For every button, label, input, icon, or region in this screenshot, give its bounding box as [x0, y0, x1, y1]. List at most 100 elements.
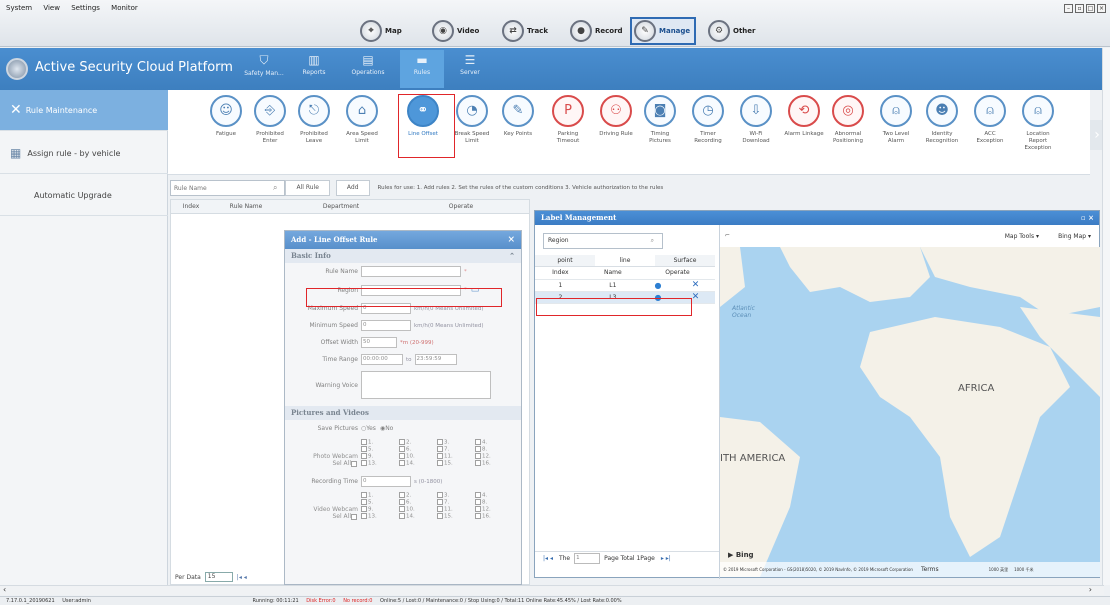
scroll-left-icon[interactable]: ‹	[3, 585, 6, 594]
all-rule-button[interactable]: All Rule	[285, 180, 330, 196]
draw-line-icon[interactable]: ⌐	[725, 232, 730, 239]
sidebar-item-automatic-upgrade[interactable]: Automatic Upgrade	[0, 175, 168, 216]
menu-view[interactable]: View	[43, 4, 60, 12]
photo-sel-all-checkbox[interactable]: Sel All	[285, 460, 358, 467]
channel-checkbox[interactable]: 2.	[399, 492, 427, 499]
sidebar-item-rule-maintenance[interactable]: ✕ Rule Maintenance	[0, 90, 168, 131]
rule-prohibited-leave[interactable]: ⎋ Prohibited Leave	[294, 95, 334, 145]
rule-name-search-input[interactable]	[170, 180, 285, 196]
save-pictures-no-radio[interactable]: ◉No	[380, 425, 393, 432]
rule-break-speed-limit[interactable]: ◔ Break Speed Limit	[452, 95, 492, 145]
channel-checkbox[interactable]: 10.	[399, 453, 427, 460]
channel-checkbox[interactable]: 3.	[437, 492, 465, 499]
terms-link[interactable]: Terms	[921, 566, 939, 573]
channel-checkbox[interactable]: 14.	[399, 513, 427, 520]
channel-checkbox[interactable]: 5.	[361, 446, 389, 453]
video-sel-all-checkbox[interactable]: Sel All	[285, 513, 358, 520]
vertical-scrollbar[interactable]	[1102, 48, 1110, 585]
rule-wi-fi-download[interactable]: ⇩ Wi-Fi Download	[736, 95, 776, 145]
tab-reports[interactable]: ▥ Reports	[292, 50, 336, 88]
channel-checkbox[interactable]: 16.	[475, 460, 503, 467]
channel-checkbox[interactable]: 13.	[361, 460, 389, 467]
offset-width-field[interactable]: 50	[361, 337, 397, 348]
channel-checkbox[interactable]: 12.	[475, 506, 503, 513]
time-to-field[interactable]: 23:59:59	[414, 354, 457, 365]
rule-area-speed-limit[interactable]: ⌂ Area Speed Limit	[342, 95, 382, 145]
search-icon[interactable]: ⌕	[651, 234, 654, 248]
rule-abnormal-positioning[interactable]: ◎ Abnormal Positioning	[828, 95, 868, 145]
tab-server[interactable]: ☰ Server	[448, 50, 492, 88]
horizontal-scrollbar[interactable]: ‹ ›	[0, 585, 1104, 595]
first-page-icon[interactable]: |◂ ◂	[237, 574, 247, 581]
table-row[interactable]: 1 L1 ● ✕	[535, 279, 715, 292]
channel-checkbox[interactable]: 1.	[361, 439, 389, 446]
label-search-input[interactable]: Region ⌕	[543, 233, 663, 249]
restore-icon[interactable]: ▫	[1075, 4, 1084, 13]
collapse-icon[interactable]: ⌃	[509, 249, 515, 263]
rule-location-report-exception[interactable]: ⍝ Location Report Exception	[1018, 95, 1058, 152]
tab-point[interactable]: point	[535, 255, 595, 266]
tab-line[interactable]: line	[595, 255, 655, 266]
nav-tab-other[interactable]: ⚙ Other	[708, 19, 755, 43]
rule-identity-recognition[interactable]: ☻ Identity Recognition	[922, 95, 962, 145]
rule-two-level-alarm[interactable]: ⍝ Two Level Alarm	[876, 95, 916, 145]
scroll-right-icon[interactable]: ›	[1089, 585, 1092, 594]
channel-checkbox[interactable]: 15.	[437, 513, 465, 520]
channel-checkbox[interactable]: 1.	[361, 492, 389, 499]
warning-voice-field[interactable]	[361, 371, 491, 399]
channel-checkbox[interactable]: 10.	[399, 506, 427, 513]
channel-checkbox[interactable]: 11.	[437, 506, 465, 513]
basic-info-section[interactable]: Basic Info ⌃	[285, 249, 521, 263]
tab-surface[interactable]: Surface	[655, 255, 715, 266]
channel-checkbox[interactable]: 9.	[361, 506, 389, 513]
channel-checkbox[interactable]: 4.	[475, 439, 503, 446]
nav-tab-track[interactable]: ⇄ Track	[502, 19, 548, 43]
sidebar-item-assign-rule[interactable]: ▦ Assign rule - by vehicle	[0, 133, 168, 174]
channel-checkbox[interactable]: 15.	[437, 460, 465, 467]
search-icon[interactable]: ⌕	[273, 183, 277, 193]
tab-safety[interactable]: ⛉ Safety Man...	[242, 50, 286, 88]
close-icon[interactable]: ×	[1097, 4, 1106, 13]
channel-checkbox[interactable]: 2.	[399, 439, 427, 446]
channel-checkbox[interactable]: 8.	[475, 446, 503, 453]
per-data-select[interactable]: 15	[204, 572, 233, 582]
nav-tab-map[interactable]: ⌖ Map	[360, 19, 402, 43]
close-icon[interactable]: ▫ ×	[1081, 211, 1094, 225]
channel-checkbox[interactable]: 3.	[437, 439, 465, 446]
rule-key-points[interactable]: ✎ Key Points	[498, 95, 538, 138]
channel-checkbox[interactable]: 12.	[475, 453, 503, 460]
maximize-icon[interactable]: □	[1086, 4, 1095, 13]
nav-tab-video[interactable]: ◉ Video	[432, 19, 479, 43]
channel-checkbox[interactable]: 8.	[475, 499, 503, 506]
map-provider-dropdown[interactable]: Bing Map ▾	[1058, 233, 1091, 240]
rule-fatigue[interactable]: ☺ Fatigue	[206, 95, 246, 138]
channel-checkbox[interactable]: 14.	[399, 460, 427, 467]
time-from-field[interactable]: 00:00:00	[361, 354, 403, 365]
close-icon[interactable]: ×	[507, 231, 515, 249]
channel-checkbox[interactable]: 7.	[437, 499, 465, 506]
map-tools-dropdown[interactable]: Map Tools ▾	[1005, 233, 1039, 240]
rule-timer-recording[interactable]: ◷ Timer Recording	[688, 95, 728, 145]
confirm-icon[interactable]: ●	[640, 279, 677, 292]
rule-acc-exception[interactable]: ⍝ ACC Exception	[970, 95, 1010, 145]
tab-operations[interactable]: ▤ Operations	[346, 50, 390, 88]
channel-checkbox[interactable]: 5.	[361, 499, 389, 506]
rule-parking-timeout[interactable]: P Parking Timeout	[548, 95, 588, 145]
rule-prohibited-enter[interactable]: ⎆ Prohibited Enter	[250, 95, 290, 145]
min-speed-field[interactable]: 0	[361, 320, 411, 331]
channel-checkbox[interactable]: 6.	[399, 499, 427, 506]
recording-time-field[interactable]: 0	[361, 476, 411, 487]
minimize-icon[interactable]: –	[1064, 4, 1073, 13]
menu-monitor[interactable]: Monitor	[111, 4, 138, 12]
channel-checkbox[interactable]: 7.	[437, 446, 465, 453]
delete-icon[interactable]: ✕	[676, 279, 715, 292]
channel-checkbox[interactable]: 16.	[475, 513, 503, 520]
rule-timing-pictures[interactable]: ◙ Timing Pictures	[640, 95, 680, 145]
nav-tab-record[interactable]: ● Record	[570, 19, 623, 43]
add-button[interactable]: Add	[335, 180, 370, 196]
save-pictures-yes-radio[interactable]: ○Yes	[361, 425, 376, 432]
menu-system[interactable]: System	[6, 4, 32, 12]
last-page-icon[interactable]: ▸ ▸|	[661, 555, 671, 562]
rule-driving-rule[interactable]: ⚇ Driving Rule	[596, 95, 636, 138]
rule-name-field[interactable]	[361, 266, 461, 277]
